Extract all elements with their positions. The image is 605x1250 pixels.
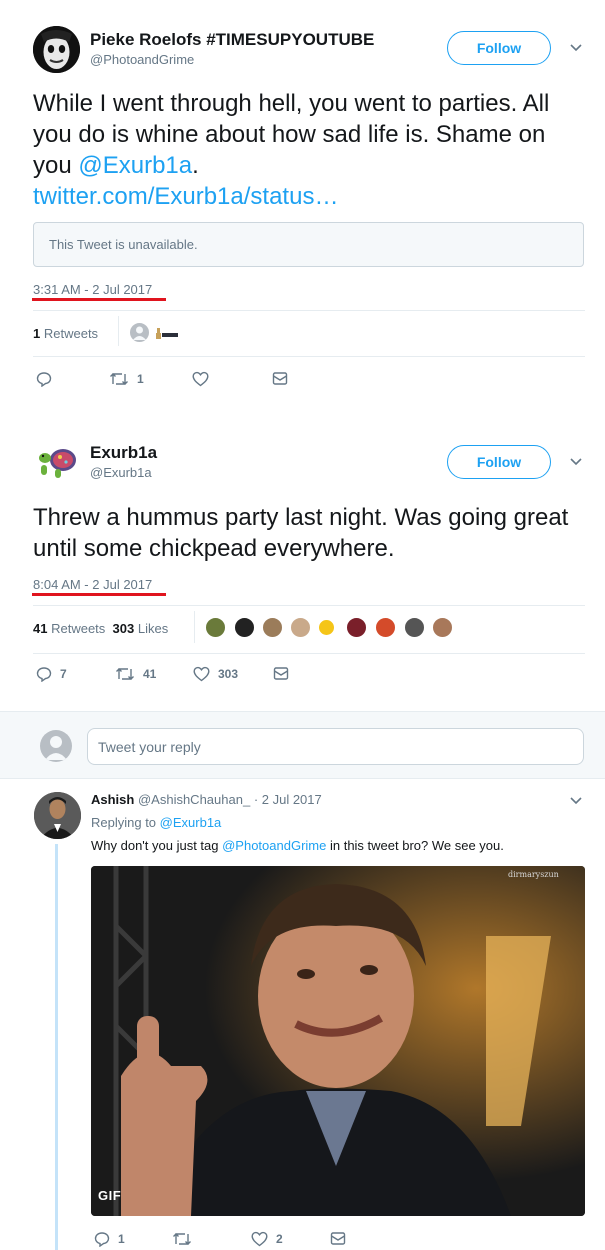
- engagement-stats[interactable]: 41 Retweets 303 Likes: [33, 621, 168, 636]
- liker-avatar[interactable]: [234, 617, 255, 638]
- author-handle[interactable]: @AshishChauhan_: [138, 792, 250, 807]
- reply-count: 1: [118, 1232, 125, 1246]
- tweet-text-end: .: [192, 152, 199, 179]
- reply-input[interactable]: Tweet your reply: [87, 728, 584, 765]
- replying-to-link[interactable]: @Exurb1a: [160, 815, 222, 830]
- heart-icon: [192, 371, 209, 387]
- follow-button[interactable]: Follow: [447, 31, 551, 65]
- mention-link[interactable]: @Exurb1a: [78, 152, 192, 179]
- reply-placeholder: Tweet your reply: [98, 739, 201, 755]
- retweet-label: Retweets: [51, 621, 106, 636]
- envelope-icon: [330, 1232, 346, 1245]
- reply-action[interactable]: [36, 371, 60, 387]
- divider: [33, 310, 585, 311]
- unavailable-quote-card: This Tweet is unavailable.: [33, 222, 584, 267]
- heart-icon: [251, 1231, 268, 1247]
- liker-avatar[interactable]: [205, 617, 226, 638]
- stats-separator: [118, 316, 119, 346]
- envelope-icon: [273, 667, 289, 680]
- timestamp[interactable]: 8:04 AM - 2 Jul 2017: [33, 577, 152, 592]
- avatar[interactable]: [33, 439, 80, 486]
- retweet-count: 1: [33, 326, 41, 341]
- reply-header: Ashish @AshishChauhan_ · 2 Jul 2017: [91, 792, 322, 807]
- retweet-icon: [173, 1233, 191, 1245]
- like-count: 303: [112, 621, 135, 636]
- liker-avatar[interactable]: [404, 617, 425, 638]
- like-action[interactable]: 2: [251, 1231, 283, 1247]
- like-count: 2: [276, 1232, 283, 1246]
- liker-avatar[interactable]: [375, 617, 396, 638]
- heart-icon: [193, 666, 210, 682]
- divider: [33, 605, 585, 606]
- reply-count: 7: [60, 667, 67, 681]
- stats-separator: [194, 611, 195, 643]
- gif-badge: GIF: [98, 1188, 122, 1203]
- retweet-count: 1: [137, 372, 144, 386]
- timestamp[interactable]: 3:31 AM - 2 Jul 2017: [33, 282, 152, 297]
- author-handle[interactable]: @PhotoandGrime: [90, 52, 194, 67]
- retweet-count: 41: [33, 621, 48, 636]
- author-name[interactable]: Ashish: [91, 792, 134, 807]
- reply-icon: [36, 372, 52, 387]
- liker-avatar[interactable]: [318, 619, 335, 636]
- reply-text-body: Why don't you just tag: [91, 838, 223, 853]
- avatar[interactable]: [34, 792, 81, 839]
- unavailable-text: This Tweet is unavailable.: [49, 237, 198, 252]
- like-action[interactable]: [192, 371, 217, 387]
- dm-action[interactable]: [272, 371, 296, 386]
- tweet-text: Threw a hummus party last night. Was goi…: [33, 504, 569, 562]
- reply-action[interactable]: 1: [94, 1231, 125, 1247]
- dm-action[interactable]: [330, 1231, 354, 1246]
- liker-avatar[interactable]: [290, 617, 311, 638]
- divider: [33, 653, 585, 654]
- author-name[interactable]: Pieke Roelofs #TIMESUPYOUTUBE: [90, 30, 374, 50]
- liker-avatar[interactable]: [346, 617, 367, 638]
- tweet-text: While I went through hell, you went to p…: [33, 88, 583, 212]
- retweet-stats[interactable]: 1 Retweets: [33, 326, 98, 341]
- reply-icon: [36, 667, 52, 682]
- replying-to: Replying to @Exurb1a: [91, 815, 221, 830]
- reply-action[interactable]: 7: [36, 666, 67, 682]
- status-link[interactable]: twitter.com/Exurb1a/status…: [33, 181, 583, 212]
- liker-avatar[interactable]: [432, 617, 453, 638]
- highlight-underline: [32, 298, 166, 301]
- chevron-down-icon[interactable]: [569, 457, 583, 467]
- retweet-action[interactable]: [172, 1231, 200, 1247]
- liker-avatar[interactable]: [262, 617, 283, 638]
- gif-watermark: dirmaryszun: [508, 870, 559, 879]
- divider: [33, 356, 585, 357]
- retweet-action[interactable]: 41: [115, 666, 156, 682]
- gif-media[interactable]: [91, 866, 585, 1216]
- chevron-down-icon[interactable]: [569, 43, 583, 53]
- retweet-count: 41: [143, 667, 157, 681]
- retweet-icon: [110, 373, 128, 385]
- like-action[interactable]: 303: [193, 666, 238, 682]
- thread-line: [55, 844, 58, 1250]
- mention-link[interactable]: @PhotoandGrime: [222, 838, 326, 853]
- dm-action[interactable]: [273, 666, 297, 681]
- retweet-label: Retweets: [43, 326, 99, 341]
- highlight-underline: [32, 593, 166, 596]
- chevron-down-icon[interactable]: [569, 796, 583, 806]
- avatar[interactable]: [33, 26, 80, 73]
- reply-date[interactable]: · 2 Jul 2017: [254, 792, 322, 807]
- author-handle[interactable]: @Exurb1a: [90, 465, 152, 480]
- retweet-action[interactable]: 1: [109, 371, 144, 387]
- like-count: 303: [218, 667, 239, 681]
- reply-text-end: in this tweet bro? We see you.: [326, 838, 504, 853]
- retweet-icon: [116, 668, 134, 680]
- author-name[interactable]: Exurb1a: [90, 443, 157, 463]
- avatar: [40, 730, 72, 762]
- follow-button[interactable]: Follow: [447, 445, 551, 479]
- reply-icon: [94, 1232, 110, 1247]
- retweeter-avatar[interactable]: [153, 322, 179, 343]
- like-label: Likes: [137, 621, 169, 636]
- reply-text: Why don't you just tag @PhotoandGrime in…: [91, 838, 504, 853]
- retweeter-avatar[interactable]: [129, 322, 150, 343]
- replying-prefix: Replying to: [91, 815, 160, 830]
- envelope-icon: [272, 372, 288, 385]
